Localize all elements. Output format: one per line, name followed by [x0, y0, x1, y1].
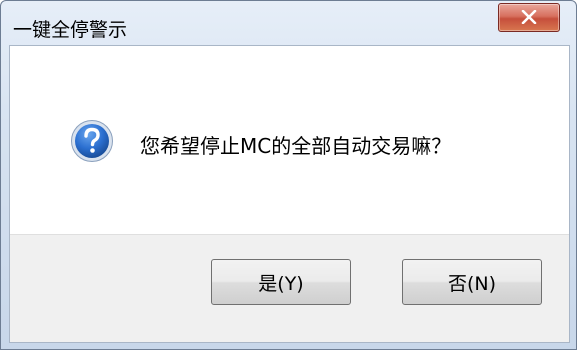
dialog-title: 一键全停警示 [13, 19, 128, 41]
dialog-message: 您希望停止MC的全部自动交易嘛？ [140, 134, 452, 158]
yes-button[interactable]: 是(Y) [211, 259, 351, 305]
title-bar: 一键全停警示 [1, 1, 576, 45]
dialog-body: 您希望停止MC的全部自动交易嘛？ 是(Y) 否(N) [9, 45, 570, 343]
close-button[interactable] [498, 3, 560, 32]
message-area: 您希望停止MC的全部自动交易嘛？ [10, 46, 569, 234]
dialog-window: 一键全停警示 您希望停止MC的全部自动交易嘛？ 是(Y) 否(N) [0, 0, 577, 350]
no-button[interactable]: 否(N) [402, 259, 542, 305]
close-icon [521, 10, 537, 24]
question-icon [71, 120, 113, 162]
button-bar: 是(Y) 否(N) [10, 234, 569, 342]
